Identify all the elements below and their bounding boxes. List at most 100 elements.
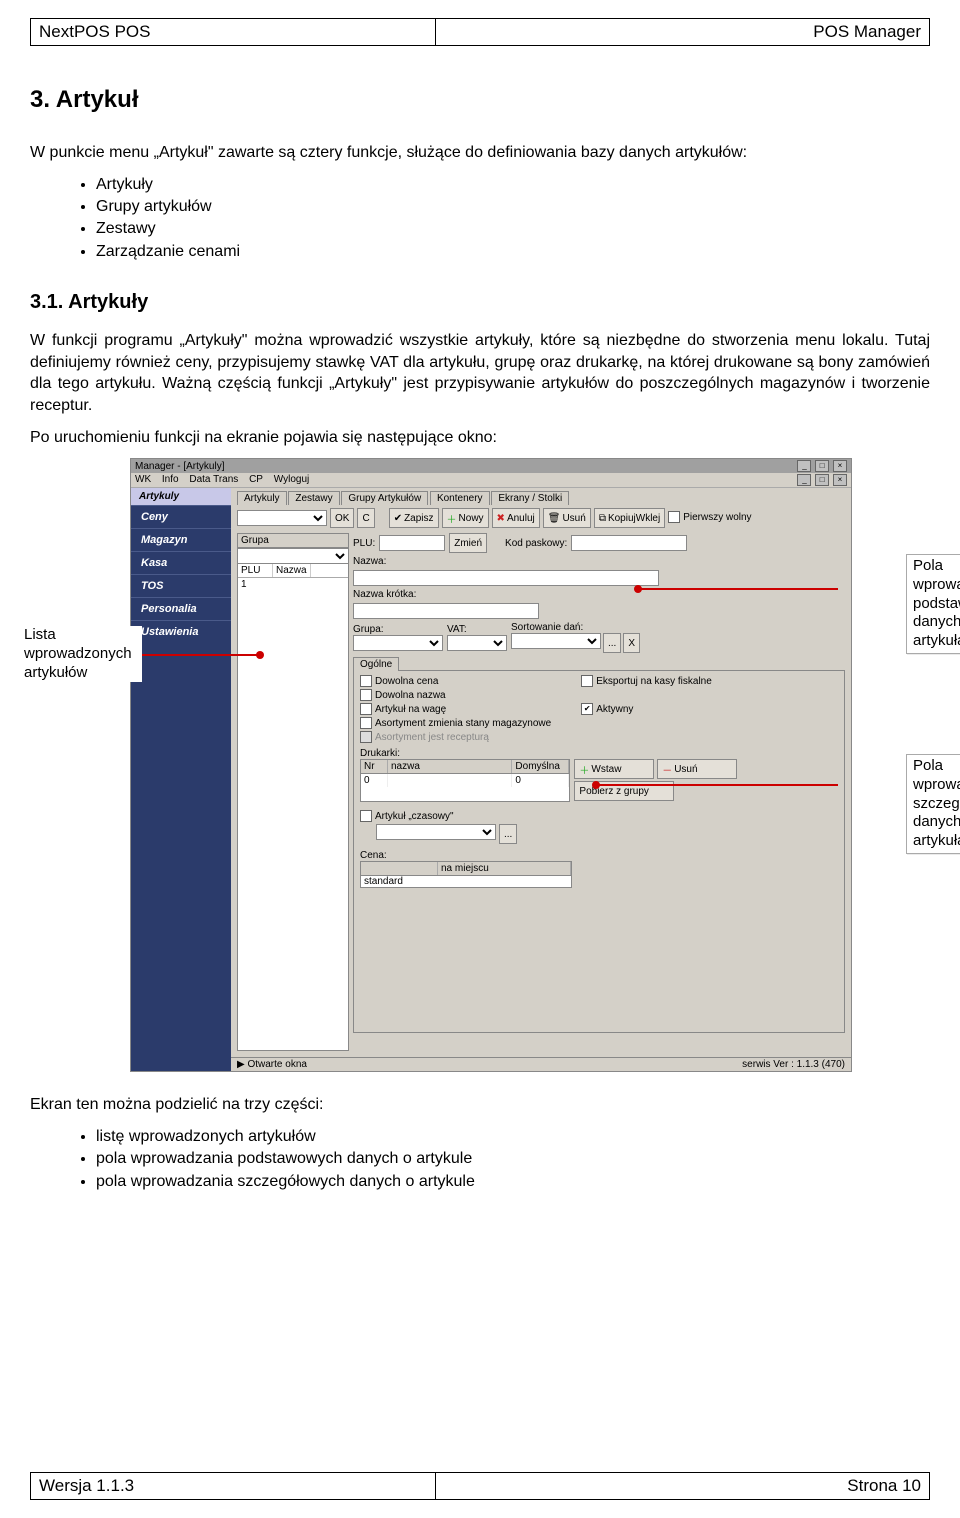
callout-line (596, 784, 838, 786)
usun-button[interactable]: 🗑Usuń (543, 508, 591, 528)
after-shot-lead: Po uruchomieniu funkcji na ekranie pojaw… (30, 427, 930, 449)
kopiuj-button[interactable]: ⧉KopiujWklej (594, 508, 665, 528)
close-icon[interactable]: × (833, 474, 847, 486)
x-button[interactable]: X (623, 633, 640, 653)
intro-bullet-list: Artykuły Grupy artykułów Zestawy Zarządz… (30, 174, 930, 264)
plus-icon: ＋ (447, 511, 457, 526)
eksportuj-checkbox[interactable]: Eksportuj na kasy fiskalne (581, 675, 712, 687)
header-left: NextPOS POS (31, 19, 436, 46)
sort-label: Sortowanie dań: (511, 622, 640, 633)
sidebar-item[interactable]: Personalia (131, 597, 231, 620)
intro-paragraph: W punkcie menu „Artykuł" zawarte są czte… (30, 142, 930, 164)
sidebar-item[interactable]: Magazyn (131, 528, 231, 551)
usun-button[interactable]: －Usuń (657, 759, 737, 779)
menu-item[interactable]: Wyloguj (274, 474, 309, 485)
toolbar: OK C ✔Zapisz ＋Nowy ✖Anuluj 🗑Usuń ⧉Kopiuj… (231, 505, 851, 531)
kod-label: Kod paskowy: (505, 538, 567, 549)
trash-icon: 🗑 (548, 513, 561, 524)
nowy-button[interactable]: ＋Nowy (442, 508, 489, 528)
article-list: Grupa PLU Nazwa 1 (237, 533, 349, 1051)
col-plu: PLU (238, 564, 273, 577)
close-icon[interactable]: × (833, 460, 847, 472)
menu-item[interactable]: Data Trans (189, 474, 238, 485)
sidebar-item[interactable]: Ceny (131, 505, 231, 528)
after-bullet-list: listę wprowadzonych artykułów pola wprow… (30, 1126, 930, 1193)
dowolna-nazwa-checkbox[interactable]: Dowolna nazwa (360, 689, 551, 701)
czasowy-checkbox[interactable]: Artykuł „czasowy" (360, 810, 838, 822)
zmien-button[interactable]: Zmień (449, 533, 487, 553)
copy-icon: ⧉ (599, 513, 606, 524)
subsection-title: 3.1. Artykuły (30, 291, 930, 314)
status-bar: ▶ Otwarte okna serwis Ver : 1.1.3 (470) (231, 1057, 851, 1071)
c-button[interactable]: C (357, 508, 374, 528)
drukarki-label: Drukarki: (360, 748, 838, 759)
toolbar-select[interactable] (237, 510, 327, 526)
asortyment-checkbox[interactable]: Asortyment zmienia stany magazynowe (360, 717, 551, 729)
minus-icon: － (662, 762, 672, 777)
nazwa-krotka-input[interactable] (353, 603, 539, 619)
maximize-icon[interactable]: □ (815, 460, 829, 472)
cena-table: na miejscu standard (360, 861, 572, 888)
header-right: POS Manager (435, 19, 929, 46)
ellipsis-button[interactable]: ... (603, 633, 621, 653)
window-title: Manager - [Artykuly] (135, 461, 224, 472)
plu-input[interactable] (379, 535, 445, 551)
czasowy-select[interactable] (376, 824, 496, 840)
ok-button[interactable]: OK (330, 508, 354, 528)
pierwszy-wolny-checkbox[interactable]: Pierwszy wolny (668, 511, 751, 523)
callout-line (142, 654, 260, 656)
menu-item[interactable]: Info (162, 474, 179, 485)
list-header-grupa: Grupa (238, 534, 348, 548)
sidebar-item[interactable]: TOS (131, 574, 231, 597)
nazwa-krotka-label: Nazwa krótka: (353, 589, 416, 600)
table-row[interactable]: 0 0 (361, 774, 569, 787)
checkbox-icon (668, 511, 680, 523)
wstaw-button[interactable]: ＋Wstaw (574, 759, 654, 779)
aktywny-checkbox[interactable]: ✔Aktywny (581, 703, 712, 715)
minimize-icon[interactable]: _ (797, 460, 811, 472)
col-nazwa: Nazwa (273, 564, 311, 577)
status-left[interactable]: ▶ Otwarte okna (237, 1059, 307, 1070)
tab[interactable]: Ekrany / Stolki (491, 491, 569, 505)
grupa-select[interactable] (238, 548, 348, 564)
sort-select[interactable] (511, 633, 601, 649)
dowolna-cena-checkbox[interactable]: Dowolna cena (360, 675, 551, 687)
vat-label: VAT: (447, 624, 507, 635)
bullet-item: Zarządzanie cenami (96, 241, 930, 263)
bullet-item: pola wprowadzania podstawowych danych o … (96, 1148, 930, 1170)
vat-select[interactable] (447, 635, 507, 651)
table-row[interactable]: standard (361, 876, 571, 887)
tab[interactable]: Kontenery (430, 491, 490, 505)
sidebar-item-selected[interactable]: Artykuly (131, 488, 231, 505)
nazwa-input[interactable] (353, 570, 659, 586)
checked-icon: ✔ (581, 703, 593, 715)
footer-right: Strona 10 (435, 1473, 929, 1500)
app-screenshot: Manager - [Artykuly] _ □ × WK Info Data … (130, 458, 852, 1072)
zapisz-button[interactable]: ✔Zapisz (389, 508, 439, 528)
tab-strip: Artykuly Zestawy Grupy Artykułów Kontene… (231, 488, 851, 505)
bullet-item: listę wprowadzonych artykułów (96, 1126, 930, 1148)
menu-item[interactable]: CP (249, 474, 263, 485)
tab[interactable]: Grupy Artykułów (341, 491, 428, 505)
menu-item[interactable]: WK (135, 474, 151, 485)
anuluj-button[interactable]: ✖Anuluj (492, 508, 540, 528)
grupa-select[interactable] (353, 635, 443, 651)
bullet-item: pola wprowadzania szczegółowych danych o… (96, 1171, 930, 1193)
tab[interactable]: Artykuly (237, 491, 287, 505)
footer-left: Wersja 1.1.3 (31, 1473, 436, 1500)
maximize-icon[interactable]: □ (815, 474, 829, 486)
receptura-checkbox: Asortyment jest recepturą (360, 731, 551, 743)
sidebar: Artykuly Ceny Magazyn Kasa TOS Personali… (131, 488, 231, 1071)
na-wage-checkbox[interactable]: Artykuł na wagę (360, 703, 551, 715)
status-right: serwis Ver : 1.1.3 (470) (742, 1059, 845, 1070)
sidebar-item[interactable]: Ustawienia (131, 620, 231, 643)
tab[interactable]: Zestawy (288, 491, 339, 505)
minimize-icon[interactable]: _ (797, 474, 811, 486)
subtab-ogolne[interactable]: Ogólne (353, 657, 399, 671)
page-footer: Wersja 1.1.3 Strona 10 (30, 1472, 930, 1500)
section-title: 3. Artykuł (30, 86, 930, 114)
sidebar-item[interactable]: Kasa (131, 551, 231, 574)
list-row[interactable]: 1 (238, 578, 348, 591)
ellipsis-button[interactable]: ... (499, 824, 517, 844)
kod-input[interactable] (571, 535, 687, 551)
